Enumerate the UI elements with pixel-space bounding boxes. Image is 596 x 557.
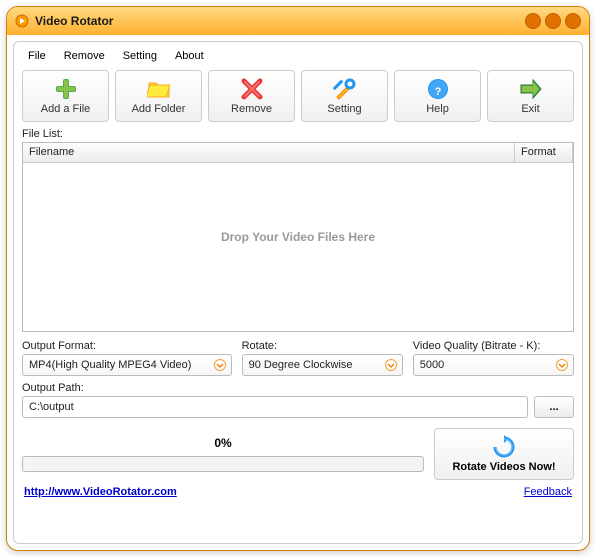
- plus-icon: [54, 77, 78, 101]
- rotate-icon: [492, 435, 516, 459]
- help-button[interactable]: ? Help: [394, 70, 481, 122]
- menu-remove[interactable]: Remove: [60, 48, 109, 64]
- app-icon: [15, 14, 29, 28]
- output-path-row: ...: [22, 396, 574, 418]
- minimize-button[interactable]: [525, 13, 541, 29]
- tools-icon: [333, 77, 357, 101]
- setting-label: Setting: [327, 103, 361, 115]
- exit-button[interactable]: Exit: [487, 70, 574, 122]
- add-folder-button[interactable]: Add Folder: [115, 70, 202, 122]
- settings-row: Output Format: MP4(High Quality MPEG4 Vi…: [22, 340, 574, 376]
- list-header: Filename Format: [23, 143, 573, 163]
- app-title: Video Rotator: [35, 14, 113, 28]
- x-icon: [240, 77, 264, 101]
- menu-file[interactable]: File: [24, 48, 50, 64]
- menu-setting[interactable]: Setting: [119, 48, 161, 64]
- column-format[interactable]: Format: [515, 143, 573, 162]
- remove-label: Remove: [231, 103, 272, 115]
- quality-value: 5000: [420, 359, 444, 371]
- rotate-select[interactable]: 90 Degree Clockwise: [242, 354, 403, 376]
- output-path-input[interactable]: [22, 396, 528, 418]
- titlebar: Video Rotator: [7, 7, 589, 35]
- exit-arrow-icon: [519, 77, 543, 101]
- app-window: Video Rotator File Remove Setting About …: [6, 6, 590, 551]
- svg-text:?: ?: [434, 86, 441, 98]
- drop-hint: Drop Your Video Files Here: [23, 143, 573, 331]
- output-format-select[interactable]: MP4(High Quality MPEG4 Video): [22, 354, 232, 376]
- file-list[interactable]: Filename Format Drop Your Video Files He…: [22, 142, 574, 332]
- setting-button[interactable]: Setting: [301, 70, 388, 122]
- close-button[interactable]: [565, 13, 581, 29]
- exit-label: Exit: [521, 103, 539, 115]
- chevron-down-icon: [555, 358, 569, 372]
- browse-button[interactable]: ...: [534, 396, 574, 418]
- toolbar: Add a File Add Folder Remove Setting: [22, 70, 574, 122]
- rotate-label: Rotate:: [242, 340, 403, 352]
- quality-select[interactable]: 5000: [413, 354, 574, 376]
- add-file-label: Add a File: [41, 103, 91, 115]
- rotate-value: 90 Degree Clockwise: [249, 359, 353, 371]
- progress-label: 0%: [22, 436, 424, 450]
- chevron-down-icon: [213, 358, 227, 372]
- feedback-link[interactable]: Feedback: [524, 486, 572, 498]
- output-path-label: Output Path:: [22, 382, 574, 394]
- footer: http://www.VideoRotator.com Feedback: [22, 486, 574, 498]
- file-list-label: File List:: [22, 128, 574, 140]
- menu-about[interactable]: About: [171, 48, 208, 64]
- website-link[interactable]: http://www.VideoRotator.com: [24, 486, 177, 498]
- help-label: Help: [426, 103, 449, 115]
- progress-bar: [22, 456, 424, 472]
- content-frame: File Remove Setting About Add a File Add…: [13, 41, 583, 544]
- column-filename[interactable]: Filename: [23, 143, 515, 162]
- bottom-row: 0% Rotate Videos Now!: [22, 428, 574, 480]
- rotate-now-label: Rotate Videos Now!: [452, 461, 555, 473]
- add-file-button[interactable]: Add a File: [22, 70, 109, 122]
- output-format-label: Output Format:: [22, 340, 232, 352]
- window-controls: [525, 13, 581, 29]
- quality-label: Video Quality (Bitrate - K):: [413, 340, 574, 352]
- folder-icon: [147, 77, 171, 101]
- help-icon: ?: [426, 77, 450, 101]
- add-folder-label: Add Folder: [132, 103, 186, 115]
- menubar: File Remove Setting About: [22, 46, 574, 70]
- output-format-value: MP4(High Quality MPEG4 Video): [29, 359, 191, 371]
- chevron-down-icon: [384, 358, 398, 372]
- maximize-button[interactable]: [545, 13, 561, 29]
- rotate-now-button[interactable]: Rotate Videos Now!: [434, 428, 574, 480]
- remove-button[interactable]: Remove: [208, 70, 295, 122]
